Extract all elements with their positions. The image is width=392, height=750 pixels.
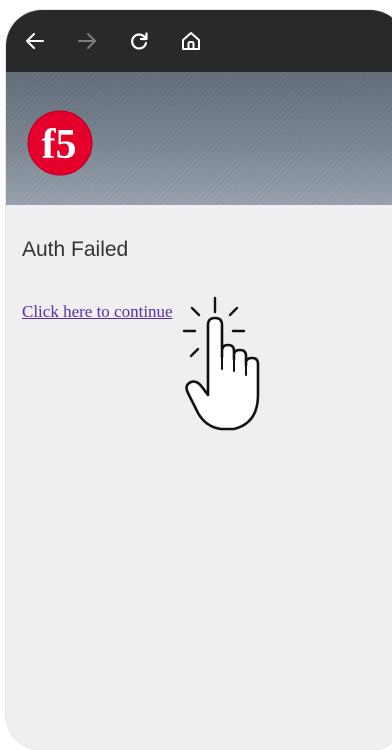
- f5-logo-text: f5: [42, 122, 77, 168]
- home-button[interactable]: [176, 26, 206, 56]
- forward-button[interactable]: [72, 26, 102, 56]
- back-button[interactable]: [20, 26, 50, 56]
- page-title: Auth Failed: [22, 238, 129, 261]
- reload-icon: [131, 32, 148, 50]
- page-header-banner: f5: [6, 72, 392, 205]
- back-arrow-icon: [26, 33, 44, 49]
- device-frame: f5 Auth Failed Click here to continue: [6, 10, 392, 750]
- page-content: Auth Failed Click here to continue: [6, 205, 392, 322]
- reload-button[interactable]: [124, 26, 154, 56]
- forward-arrow-icon: [78, 33, 96, 49]
- continue-link[interactable]: Click here to continue: [22, 302, 173, 322]
- f5-logo: f5: [27, 110, 93, 176]
- home-icon: [182, 32, 200, 50]
- browser-toolbar: [6, 10, 392, 72]
